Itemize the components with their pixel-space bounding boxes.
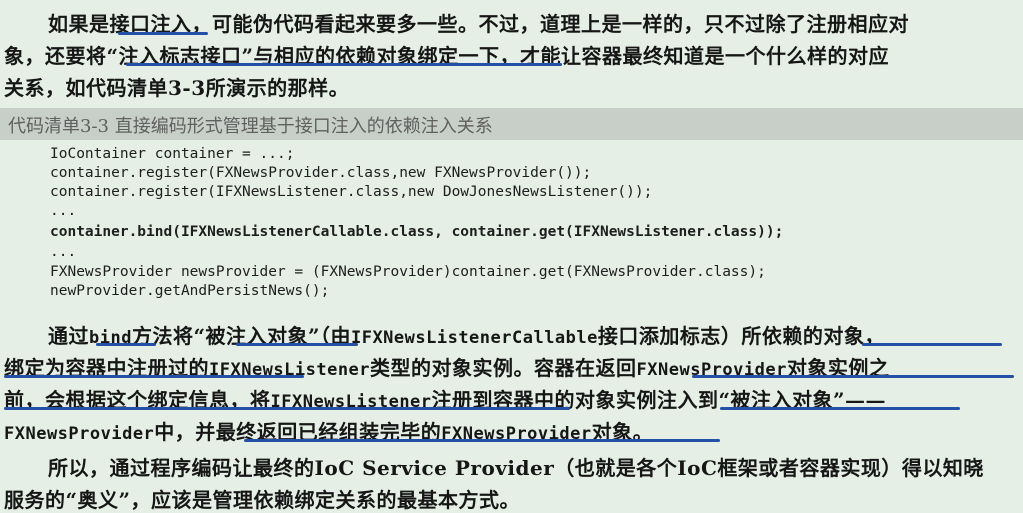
code-line: container.register(IFXNewsListener.class… (50, 184, 653, 200)
code-line: ... (50, 203, 77, 219)
code-line: container.register(FXNewsProvider.class,… (50, 165, 592, 181)
text-run: 通过 (48, 324, 89, 348)
paragraph-1-line-3: 关系，如代码清单3-3所演示的那样。 (4, 76, 350, 100)
highlight-underline (126, 63, 562, 66)
code-line-highlighted: container.bind(IFXNewsListenerCallable.c… (50, 224, 784, 240)
code-line: ... (50, 244, 77, 260)
listing-title: 代码清单3-3 直接编码形式管理基于接口注入的依赖注入关系 (8, 116, 493, 137)
highlight-underline (4, 407, 570, 410)
code-line: FXNewsProvider newsProvider = (FXNewsPro… (50, 264, 766, 280)
highlight-underline (236, 343, 358, 346)
code-term: FXNewsProvider (4, 424, 155, 444)
paragraph-3-line-1: 所以，通过程序编码让最终的IoC Service Provider（也就是各个I… (48, 456, 984, 480)
highlight-underline (692, 375, 1014, 378)
highlight-underline (118, 32, 208, 35)
highlight-underline (96, 343, 156, 346)
code-term: IFXNewsListenerCallable (350, 328, 598, 348)
highlight-underline (862, 343, 1002, 346)
highlight-underline (720, 407, 960, 410)
code-line: newProvider.getAndPersistNews(); (50, 283, 330, 299)
highlight-underline (244, 439, 720, 442)
paragraph-3-line-2: 服务的“奥义”，应该是管理依赖绑定关系的最基本方式。 (4, 488, 521, 512)
code-line: IoContainer container = ...; (50, 146, 295, 162)
text-run: 类型的对象实例。容器在返回 (370, 356, 637, 380)
text-run: 接口添加标志）所依赖的对象， (597, 324, 885, 348)
highlight-underline (4, 375, 304, 378)
paragraph-2-line-1: 通过bind方法将“被注入对象”（由IFXNewsListenerCallabl… (48, 320, 885, 349)
